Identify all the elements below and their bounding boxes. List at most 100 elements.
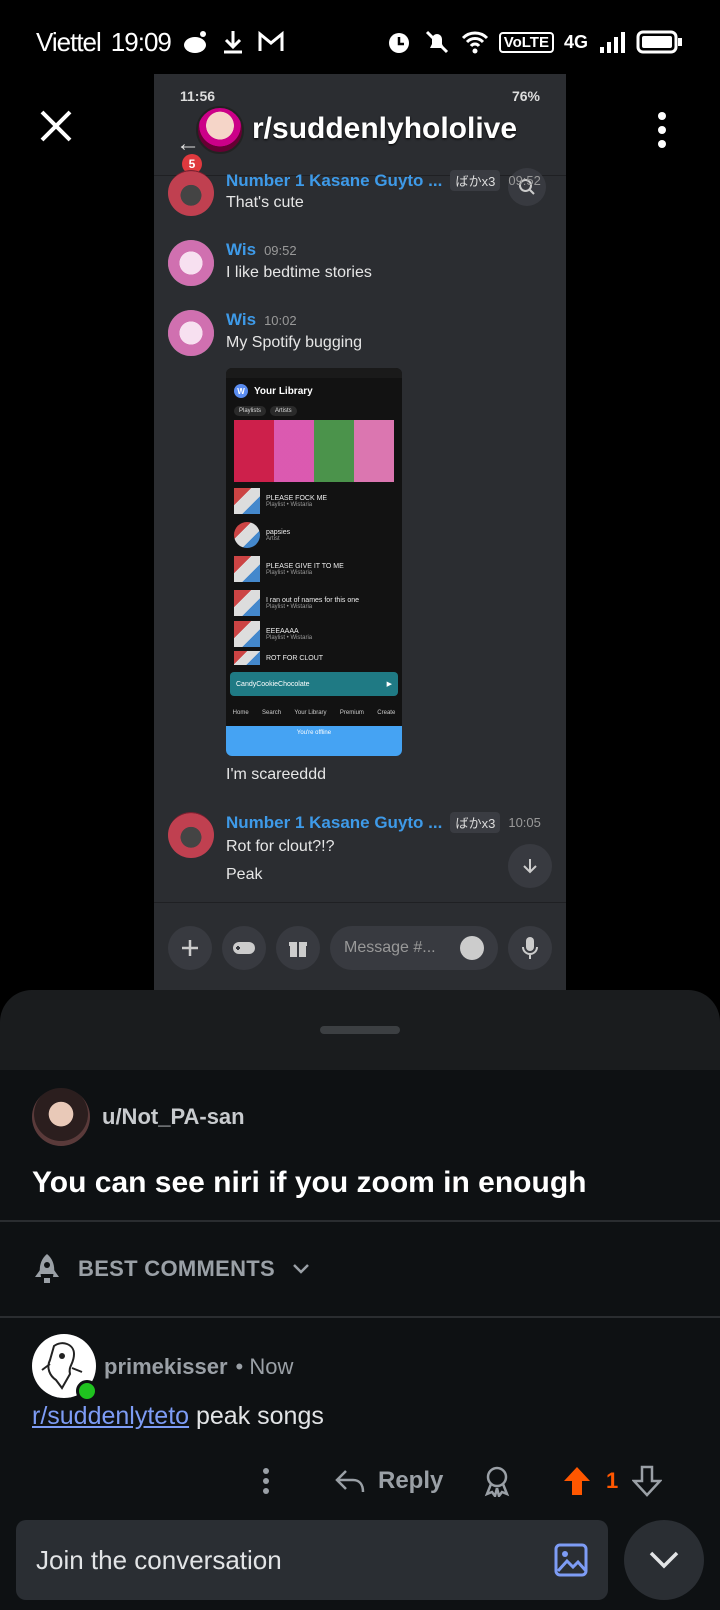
post-image[interactable]: 11:56 76% ← 5 Number 1 Kasane Guyto ... …: [154, 74, 566, 992]
alarm-icon: [388, 33, 409, 53]
chevron-down-icon: [508, 844, 552, 888]
emoji-icon: [460, 935, 484, 960]
message-time: 09:52: [508, 173, 541, 188]
gamepad-icon: [222, 925, 266, 970]
status-bar: Viettel 19:09 VoLTE 4G: [0, 0, 720, 84]
microphone-icon: [508, 925, 552, 970]
sort-label: BEST COMMENTS: [78, 1256, 276, 1281]
close-icon[interactable]: [36, 106, 76, 146]
carrier-label: Viettel: [36, 26, 102, 57]
reddit-notification-icon: [183, 31, 206, 53]
mute-bell-icon: [425, 30, 448, 54]
avatar: [168, 240, 214, 286]
chat-message: Number 1 Kasane Guyto ... ばかx3 09:52 Tha…: [168, 170, 554, 220]
message-text: Peak: [226, 866, 263, 883]
image-upload-icon[interactable]: [554, 1543, 588, 1577]
message-author: Wis: [226, 310, 257, 329]
chevron-down-icon: [649, 1551, 679, 1569]
download-icon: [223, 31, 242, 54]
post-title: You can see niri if you zoom in enough: [32, 1166, 587, 1199]
avatar: [168, 170, 214, 216]
library-row: ROT FOR CLOUT: [226, 648, 402, 668]
message-text: That's cute: [226, 194, 304, 211]
subreddit-title[interactable]: r/suddenlyhololive: [252, 112, 517, 146]
award-icon[interactable]: [482, 1465, 512, 1497]
network-type: 4G: [563, 31, 588, 52]
sheet-drag-handle[interactable]: [320, 1026, 400, 1034]
avatar: [168, 310, 214, 356]
message-author: Wis: [226, 240, 257, 259]
library-title: Your Library: [254, 385, 313, 397]
message-time: 10:05: [508, 815, 541, 830]
downvote-icon[interactable]: [632, 1465, 662, 1497]
playlist-artwork: [234, 420, 394, 482]
now-playing-bar: CandyCookieChocolate ▶: [230, 672, 398, 696]
clock: 19:09: [110, 26, 172, 57]
join-conversation-placeholder: Join the conversation: [36, 1544, 282, 1575]
message-time: 09:52: [264, 242, 297, 258]
discord-composer: Message #...: [154, 902, 566, 992]
comment-actions: Reply 1: [0, 1456, 720, 1506]
now-playing-title: CandyCookieChocolate: [236, 680, 310, 688]
comment-text: peak songs: [189, 1402, 324, 1430]
library-row: I ran out of names for this one Playlist …: [226, 586, 402, 620]
comment-time: • Now: [235, 1354, 294, 1379]
collapse-button[interactable]: [624, 1520, 704, 1600]
plus-icon: [168, 925, 212, 970]
library-row: PLEASE GIVE IT TO ME Playlist • Wistaria: [226, 552, 402, 586]
role-tag: ばかx3: [450, 170, 501, 191]
online-status-dot: [76, 1380, 98, 1402]
offline-banner: You're offline: [226, 726, 402, 756]
sort-selector[interactable]: BEST COMMENTS: [0, 1222, 720, 1318]
comment-body: r/suddenlyteto peak songs: [32, 1402, 324, 1431]
chat-message: Wis 09:52 I like bedtime stories: [168, 240, 554, 290]
avatar[interactable]: [32, 1088, 90, 1146]
volte-badge: VoLTE: [498, 31, 554, 53]
library-row: PLEASE FOCK ME Playlist • Wistaria: [226, 484, 402, 518]
message-placeholder: Message #...: [344, 938, 436, 956]
image-battery: 76%: [511, 88, 540, 104]
upvote-icon[interactable]: [562, 1465, 592, 1497]
play-icon: ▶: [386, 681, 392, 688]
message-text: I'm scareeddd: [226, 766, 326, 783]
gmail-icon: [258, 30, 284, 51]
avatar: [168, 812, 214, 858]
message-time: 10:02: [264, 312, 297, 328]
chat-message: Number 1 Kasane Guyto ... ばかx3 10:05 Rot…: [168, 812, 554, 892]
subreddit-link[interactable]: r/suddenlyteto: [32, 1402, 189, 1430]
message-text: I like bedtime stories: [226, 264, 372, 281]
message-author: Number 1 Kasane Guyto ...: [226, 812, 443, 832]
filter-chip: Playlists: [234, 406, 267, 416]
comments-sheet: u/Not_PA-san You can see niri if you zoo…: [0, 990, 720, 1610]
library-row: papsies Artist: [226, 518, 402, 552]
message-text: My Spotify bugging: [226, 334, 363, 351]
comment-author[interactable]: primekisser: [104, 1354, 228, 1380]
rocket-icon: [35, 1254, 59, 1283]
post-author[interactable]: u/Not_PA-san: [102, 1104, 245, 1130]
library-row: EEEAAAA Playlist • Wistaria: [226, 620, 402, 648]
signal-icon: [600, 32, 625, 53]
reply-label: Reply: [378, 1467, 444, 1494]
reply-icon: [335, 1470, 365, 1493]
spotify-screenshot: W Your Library Playlists Artists PLEASE …: [226, 368, 402, 756]
image-clock: 11:56: [180, 88, 216, 104]
chevron-down-icon: [293, 1264, 309, 1274]
post-header: u/Not_PA-san You can see niri if you zoo…: [0, 1070, 720, 1222]
more-options-icon[interactable]: [262, 1467, 270, 1495]
role-tag: ばかx3: [450, 812, 501, 833]
wifi-icon: [461, 31, 488, 54]
more-options-icon[interactable]: [656, 110, 668, 150]
filter-chip: Artists: [270, 406, 297, 416]
vote-count: 1: [606, 1468, 619, 1493]
subreddit-avatar[interactable]: [196, 106, 244, 154]
message-author: Number 1 Kasane Guyto ...: [226, 170, 443, 190]
message-text: Rot for clout?!?: [226, 838, 335, 855]
message-input: Message #...: [330, 925, 498, 970]
reply-button[interactable]: Reply: [334, 1467, 443, 1495]
gift-icon: [276, 925, 320, 970]
profile-icon: W: [234, 384, 248, 398]
spotify-nav: Home Search Your Library Premium Create: [232, 710, 396, 716]
chat-message-continued: I'm scareeddd: [168, 766, 554, 796]
battery-icon: [636, 30, 682, 54]
join-conversation-input[interactable]: Join the conversation: [16, 1520, 608, 1600]
